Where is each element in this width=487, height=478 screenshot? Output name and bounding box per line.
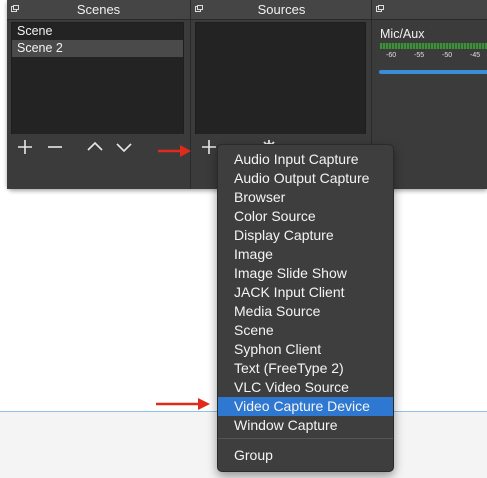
sources-dock-title: Sources [257,2,306,17]
chevron-up-icon [87,141,103,151]
menu-item-scene[interactable]: Scene [218,321,393,340]
menu-item-audio-input-capture[interactable]: Audio Input Capture [218,150,393,169]
scenes-list[interactable]: Scene Scene 2 [11,22,184,135]
menu-item-audio-output-capture[interactable]: Audio Output Capture [218,169,393,188]
menu-item-browser[interactable]: Browser [218,188,393,207]
menu-item-image[interactable]: Image [218,245,393,264]
menu-item-window-capture[interactable]: Window Capture [218,416,393,435]
mixer-dock-header [372,0,487,20]
menu-item-media-source[interactable]: Media Source [218,302,393,321]
chevron-down-icon [116,143,132,153]
volume-meter [380,43,487,49]
scenes-dock-title: Scenes [76,2,121,17]
scene-item-scene[interactable]: Scene [12,23,183,40]
menu-separator [218,438,393,439]
add-scene-button[interactable] [13,134,37,158]
meter-tick-label: -55 [414,52,425,59]
move-scene-down-button[interactable] [112,134,136,158]
float-dock-icon[interactable] [376,5,384,12]
menu-item-video-capture-device[interactable]: Video Capture Device [218,397,393,416]
scene-item-scene-2[interactable]: Scene 2 [12,40,183,57]
menu-item-vlc-video-source[interactable]: VLC Video Source [218,378,393,397]
scenes-dock: Scenes Scene Scene 2 [7,0,190,189]
annotation-arrow-icon [158,145,191,157]
remove-scene-button[interactable] [43,134,67,158]
sources-dock-header: Sources [191,0,372,20]
meter-scale: -60 -55 -50 -45 [376,52,487,62]
menu-item-display-capture[interactable]: Display Capture [218,226,393,245]
move-scene-up-button[interactable] [83,134,107,158]
sources-list[interactable] [195,22,366,135]
menu-item-syphon-client[interactable]: Syphon Client [218,340,393,359]
meter-tick-label: -50 [442,52,453,59]
annotation-arrow-icon [156,398,210,410]
volume-slider[interactable] [379,70,487,74]
mixer-channel-label: Mic/Aux [380,27,425,41]
float-dock-icon[interactable] [195,5,203,12]
scenes-dock-bottom [7,160,190,189]
scenes-dock-header: Scenes [7,0,190,20]
float-dock-icon[interactable] [11,5,19,12]
meter-tick-label: -60 [386,52,397,59]
plus-icon [202,140,216,154]
add-source-menu: Audio Input Capture Audio Output Capture… [217,144,394,472]
meter-tick-label: -45 [470,52,481,59]
menu-item-image-slide-show[interactable]: Image Slide Show [218,264,393,283]
menu-item-group[interactable]: Group [218,446,393,465]
plus-icon [18,140,32,154]
menu-item-text-freetype2[interactable]: Text (FreeType 2) [218,359,393,378]
menu-item-jack-input-client[interactable]: JACK Input Client [218,283,393,302]
menu-item-color-source[interactable]: Color Source [218,207,393,226]
minus-icon [48,146,62,148]
